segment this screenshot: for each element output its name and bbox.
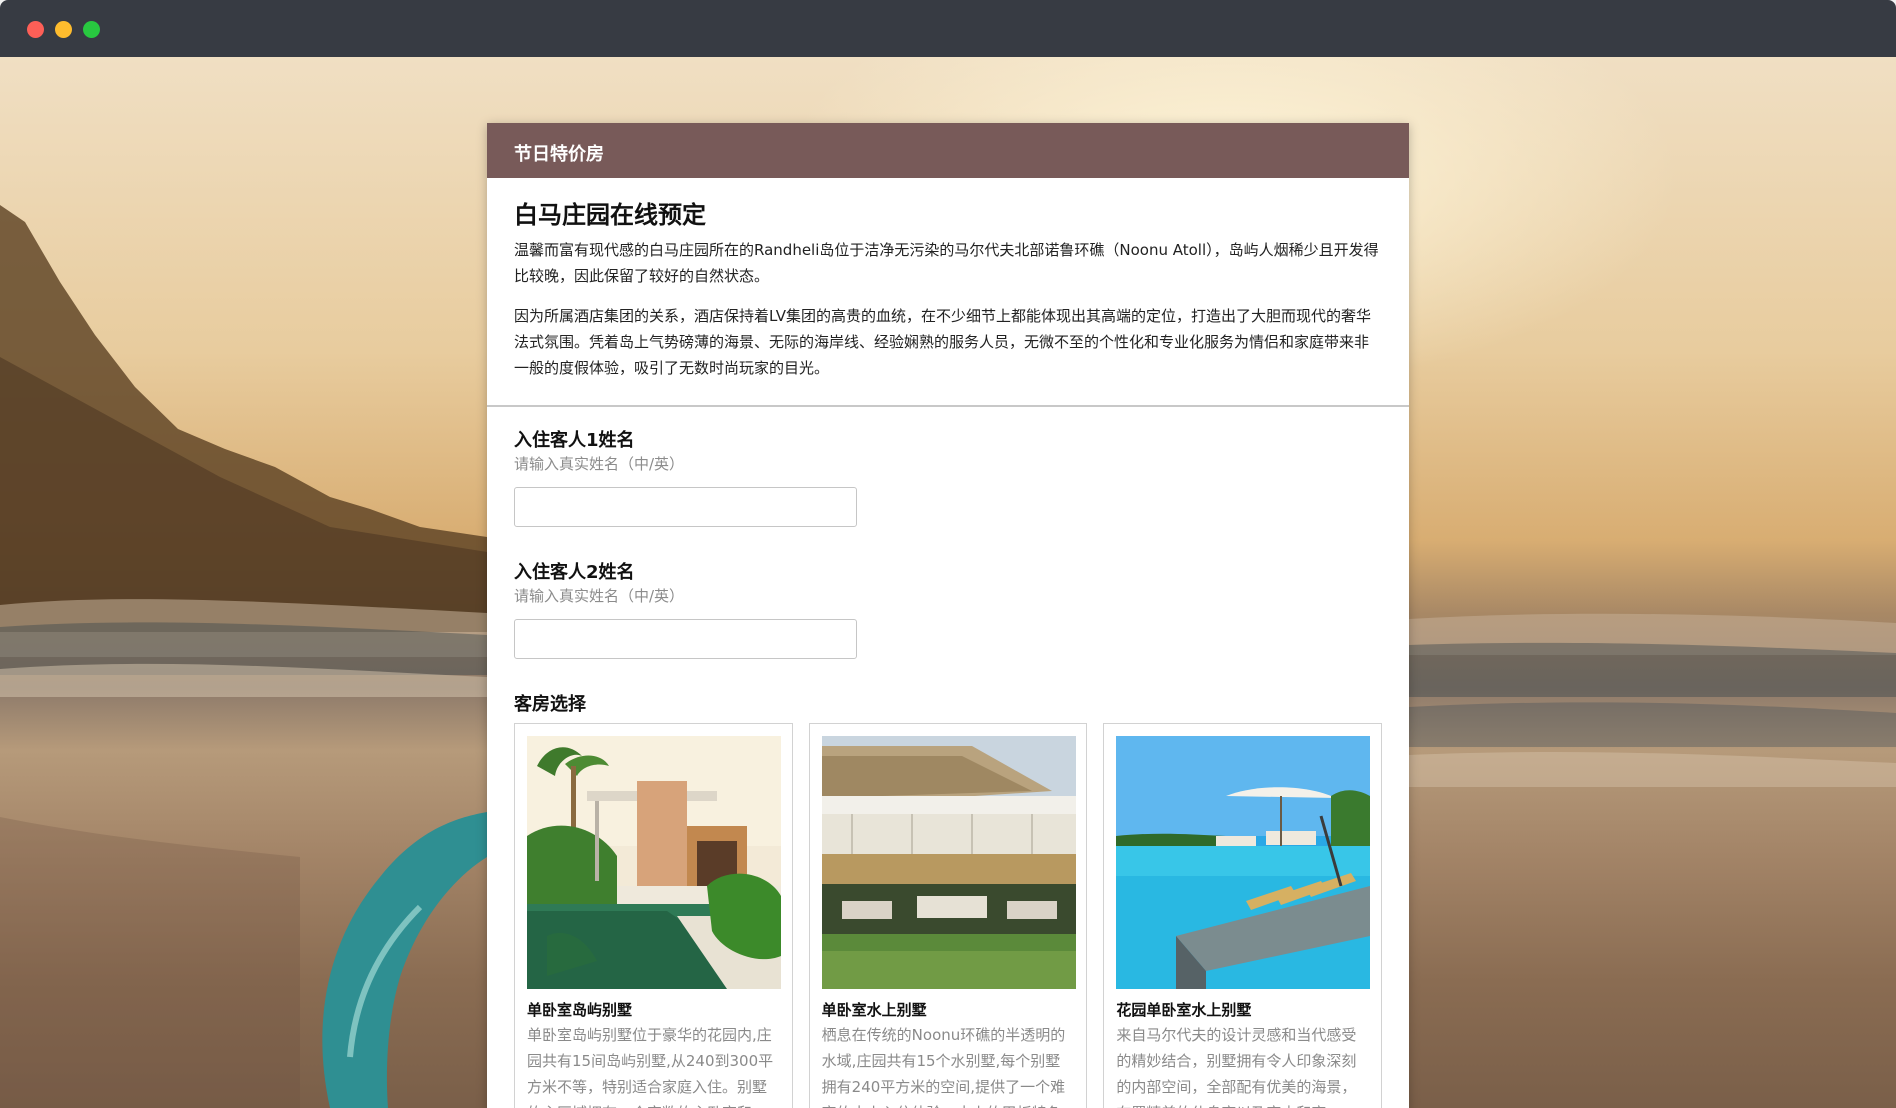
field-hint: 请输入真实姓名（中/英） bbox=[514, 455, 685, 473]
room-options: 单卧室岛屿别墅 单卧室岛屿别墅位于豪华的花园内,庄园共有15间岛屿别墅,从240… bbox=[514, 723, 1383, 1108]
page-viewport: 节日特价房 白马庄园在线预定 温馨而富有现代感的白马庄园所在的Randheli岛… bbox=[0, 57, 1896, 1108]
room-section-label: 客房选择 bbox=[514, 694, 586, 715]
guest2-name-field: 入住客人2姓名 请输入真实姓名（中/英） bbox=[487, 561, 1409, 659]
window-minimize-button[interactable] bbox=[55, 21, 72, 38]
window-zoom-button[interactable] bbox=[83, 21, 100, 38]
page-title: 白马庄园在线预定 bbox=[514, 201, 706, 229]
room-description: 栖息在传统的Noonu环礁的半透明的水域,庄园共有15个水别墅,每个别墅拥有24… bbox=[821, 1026, 1066, 1108]
water-villa-photo bbox=[821, 736, 1076, 989]
room-description: 来自马尔代夫的设计灵感和当代感受的精妙结合，别墅拥有令人印象深刻的内部空间，全部… bbox=[1116, 1026, 1357, 1108]
room-name: 单卧室水上别墅 bbox=[821, 1001, 927, 1019]
field-label: 入住客人1姓名 bbox=[514, 430, 635, 451]
guest2-name-input[interactable] bbox=[514, 619, 857, 659]
room-name: 花园单卧室水上别墅 bbox=[1116, 1001, 1252, 1019]
form-header: 节日特价房 bbox=[487, 123, 1409, 178]
room-option-island-villa[interactable]: 单卧室岛屿别墅 单卧室岛屿别墅位于豪华的花园内,庄园共有15间岛屿别墅,从240… bbox=[514, 723, 793, 1108]
booking-form-card: 节日特价房 白马庄园在线预定 温馨而富有现代感的白马庄园所在的Randheli岛… bbox=[487, 123, 1409, 1108]
window-close-button[interactable] bbox=[27, 21, 44, 38]
intro-paragraph: 温馨而富有现代感的白马庄园所在的Randheli岛位于洁净无污染的马尔代夫北部诺… bbox=[514, 241, 1379, 285]
room-option-water-villa[interactable]: 单卧室水上别墅 栖息在传统的Noonu环礁的半透明的水域,庄园共有15个水别墅,… bbox=[808, 723, 1088, 1108]
intro-paragraph: 因为所属酒店集团的关系，酒店保持着LV集团的高贵的血统，在不少细节上都能体现出其… bbox=[514, 307, 1371, 377]
room-description: 单卧室岛屿别墅位于豪华的花园内,庄园共有15间岛屿别墅,从240到300平方米不… bbox=[527, 1026, 774, 1108]
room-selection-section: 客房选择 单卧室岛屿别墅 单卧室岛屿别墅位于豪华的花园内,庄园共有15间岛屿别墅… bbox=[487, 693, 1409, 1108]
island-villa-photo bbox=[527, 736, 781, 989]
window-title-bar bbox=[0, 0, 1896, 57]
field-label: 入住客人2姓名 bbox=[514, 562, 635, 583]
room-name: 单卧室岛屿别墅 bbox=[527, 1001, 633, 1019]
room-option-garden-water-villa[interactable]: 花园单卧室水上别墅 来自马尔代夫的设计灵感和当代感受的精妙结合，别墅拥有令人印象… bbox=[1103, 723, 1383, 1108]
guest1-name-input[interactable] bbox=[514, 487, 857, 527]
field-hint: 请输入真实姓名（中/英） bbox=[514, 587, 685, 605]
intro-section: 白马庄园在线预定 温馨而富有现代感的白马庄园所在的Randheli岛位于洁净无污… bbox=[487, 178, 1409, 407]
garden-water-villa-photo bbox=[1116, 736, 1371, 989]
guest1-name-field: 入住客人1姓名 请输入真实姓名（中/英） bbox=[487, 429, 1409, 527]
